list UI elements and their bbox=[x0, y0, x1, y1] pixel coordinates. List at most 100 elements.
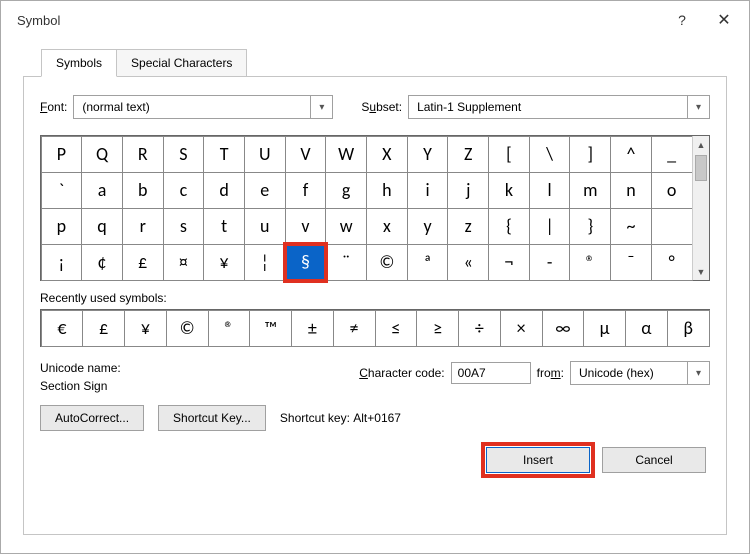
recent-cell[interactable]: β bbox=[667, 310, 710, 347]
recent-cell[interactable]: α bbox=[625, 310, 668, 347]
font-combo[interactable]: (normal text) ▾ bbox=[73, 95, 333, 119]
symbol-cell[interactable]: ª bbox=[407, 244, 449, 281]
symbol-cell[interactable]: ¨ bbox=[325, 244, 367, 281]
scroll-down-icon[interactable]: ▼ bbox=[693, 263, 709, 280]
symbol-cell[interactable]: w bbox=[325, 208, 367, 245]
symbol-cell[interactable]: X bbox=[366, 136, 408, 173]
symbol-cell[interactable]: n bbox=[610, 172, 652, 209]
symbol-cell[interactable] bbox=[651, 208, 693, 245]
symbol-cell[interactable]: £ bbox=[122, 244, 164, 281]
symbol-cell[interactable]: U bbox=[244, 136, 286, 173]
symbol-cell[interactable]: ¤ bbox=[163, 244, 205, 281]
recent-cell[interactable]: µ bbox=[583, 310, 626, 347]
symbol-cell[interactable]: { bbox=[488, 208, 530, 245]
symbol-cell[interactable]: - bbox=[529, 244, 571, 281]
symbol-cell[interactable]: b bbox=[122, 172, 164, 209]
symbol-cell[interactable]: q bbox=[81, 208, 123, 245]
recent-cell[interactable]: ≠ bbox=[333, 310, 376, 347]
recent-cell[interactable]: ÷ bbox=[458, 310, 501, 347]
shortcut-key-button[interactable]: Shortcut Key... bbox=[158, 405, 266, 431]
symbol-cell[interactable]: S bbox=[163, 136, 205, 173]
symbol-cell[interactable]: P bbox=[41, 136, 83, 173]
tab-symbols[interactable]: Symbols bbox=[41, 49, 117, 77]
recent-cell[interactable]: £ bbox=[82, 310, 125, 347]
symbol-cell[interactable]: t bbox=[203, 208, 245, 245]
symbol-cell[interactable]: } bbox=[569, 208, 611, 245]
symbol-cell[interactable]: v bbox=[285, 208, 327, 245]
symbol-cell[interactable]: R bbox=[122, 136, 164, 173]
scroll-thumb[interactable] bbox=[695, 155, 707, 181]
symbol-cell[interactable]: ¥ bbox=[203, 244, 245, 281]
symbol-cell[interactable]: l bbox=[529, 172, 571, 209]
symbol-cell[interactable]: ® bbox=[569, 244, 611, 281]
help-button[interactable]: ? bbox=[661, 5, 703, 35]
symbol-cell[interactable]: h bbox=[366, 172, 408, 209]
symbol-cell[interactable]: e bbox=[244, 172, 286, 209]
symbol-cell[interactable]: p bbox=[41, 208, 83, 245]
symbol-cell[interactable]: ¯ bbox=[610, 244, 652, 281]
autocorrect-button[interactable]: AutoCorrect... bbox=[40, 405, 144, 431]
symbol-cell[interactable]: T bbox=[203, 136, 245, 173]
symbol-cell[interactable]: x bbox=[366, 208, 408, 245]
symbol-cell[interactable]: ] bbox=[569, 136, 611, 173]
font-subset-row: Font: (normal text) ▾ Subset: Latin-1 Su… bbox=[40, 95, 710, 119]
symbol-cell[interactable]: § bbox=[285, 244, 327, 281]
symbol-cell[interactable]: d bbox=[203, 172, 245, 209]
recent-cell[interactable]: © bbox=[166, 310, 209, 347]
symbol-cell[interactable]: Z bbox=[447, 136, 489, 173]
symbol-cell[interactable]: k bbox=[488, 172, 530, 209]
dialog-footer: Insert Cancel bbox=[40, 447, 710, 473]
symbol-cell[interactable]: ¡ bbox=[41, 244, 83, 281]
symbol-cell[interactable]: ~ bbox=[610, 208, 652, 245]
symbol-cell[interactable]: g bbox=[325, 172, 367, 209]
symbol-cell[interactable]: \ bbox=[529, 136, 571, 173]
symbol-cell[interactable]: m bbox=[569, 172, 611, 209]
symbol-cell[interactable]: ¬ bbox=[488, 244, 530, 281]
symbol-cell[interactable]: f bbox=[285, 172, 327, 209]
symbol-cell[interactable]: r bbox=[122, 208, 164, 245]
symbol-cell[interactable]: V bbox=[285, 136, 327, 173]
symbol-cell[interactable]: ^ bbox=[610, 136, 652, 173]
recent-cell[interactable]: ± bbox=[291, 310, 334, 347]
recent-cell[interactable]: ≤ bbox=[375, 310, 418, 347]
from-combo[interactable]: Unicode (hex) ▾ bbox=[570, 361, 710, 385]
symbol-cell[interactable]: « bbox=[447, 244, 489, 281]
scroll-up-icon[interactable]: ▲ bbox=[693, 136, 709, 153]
symbol-cell[interactable]: a bbox=[81, 172, 123, 209]
symbol-cell[interactable]: y bbox=[407, 208, 449, 245]
subset-combo[interactable]: Latin-1 Supplement ▾ bbox=[408, 95, 710, 119]
symbol-cell[interactable]: u bbox=[244, 208, 286, 245]
symbol-cell[interactable]: ` bbox=[41, 172, 83, 209]
insert-button[interactable]: Insert bbox=[486, 447, 590, 473]
symbol-cell[interactable]: o bbox=[651, 172, 693, 209]
recent-cell[interactable]: × bbox=[500, 310, 543, 347]
symbol-cell[interactable]: | bbox=[529, 208, 571, 245]
scroll-track[interactable] bbox=[693, 153, 709, 263]
recent-cell[interactable]: ¥ bbox=[124, 310, 167, 347]
symbol-cell[interactable]: Y bbox=[407, 136, 449, 173]
symbol-cell[interactable]: j bbox=[447, 172, 489, 209]
recent-cell[interactable]: € bbox=[41, 310, 84, 347]
symbol-cell[interactable]: _ bbox=[651, 136, 693, 173]
charcode-input[interactable]: 00A7 bbox=[451, 362, 531, 384]
symbol-cell[interactable]: ° bbox=[651, 244, 693, 281]
symbol-cell[interactable]: i bbox=[407, 172, 449, 209]
tab-special-characters[interactable]: Special Characters bbox=[116, 49, 247, 77]
recent-cell[interactable]: ™ bbox=[249, 310, 292, 347]
symbol-cell[interactable]: W bbox=[325, 136, 367, 173]
cancel-button[interactable]: Cancel bbox=[602, 447, 706, 473]
tab-symbols-label: Symbols bbox=[56, 56, 102, 70]
close-button[interactable]: ✕ bbox=[703, 5, 745, 35]
symbol-cell[interactable]: z bbox=[447, 208, 489, 245]
symbol-cell[interactable]: © bbox=[366, 244, 408, 281]
grid-scrollbar[interactable]: ▲ ▼ bbox=[692, 136, 709, 280]
symbol-cell[interactable]: s bbox=[163, 208, 205, 245]
symbol-cell[interactable]: Q bbox=[81, 136, 123, 173]
symbol-cell[interactable]: ¦ bbox=[244, 244, 286, 281]
recent-cell[interactable]: ® bbox=[208, 310, 251, 347]
symbol-cell[interactable]: ¢ bbox=[81, 244, 123, 281]
symbol-cell[interactable]: [ bbox=[488, 136, 530, 173]
recent-cell[interactable]: ≥ bbox=[416, 310, 459, 347]
recent-cell[interactable]: ∞ bbox=[542, 310, 585, 347]
symbol-cell[interactable]: c bbox=[163, 172, 205, 209]
